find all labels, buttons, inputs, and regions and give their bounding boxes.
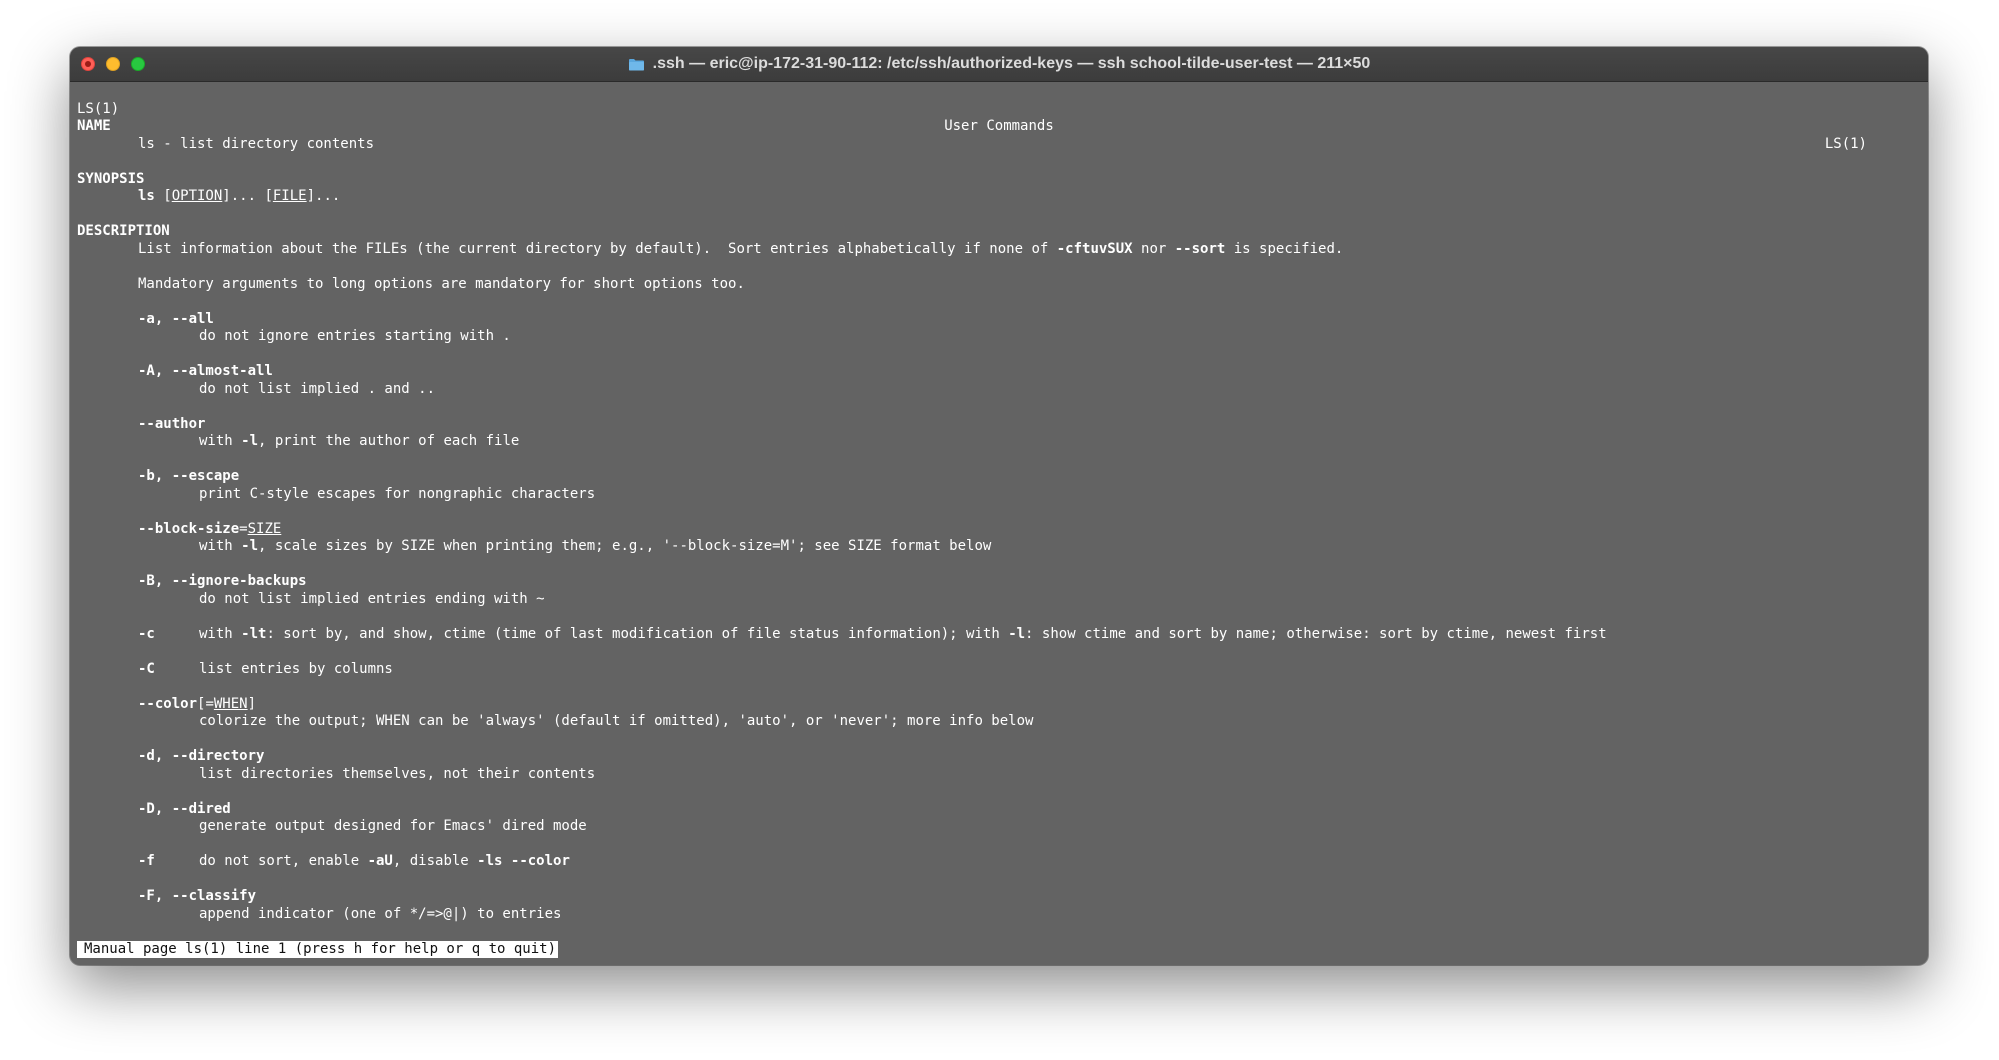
option-flag: -D, --dired [138, 800, 231, 817]
option-flag: -B, --ignore-backups [138, 573, 307, 589]
option-description: list directories themselves, not their c… [199, 765, 596, 782]
option-flag: -d, --directory [138, 748, 265, 764]
name-line: ls - list directory contents [138, 135, 375, 152]
section-heading-name: NAME [77, 118, 111, 134]
terminal-window: .ssh — eric@ip-172-31-90-112: /etc/ssh/a… [70, 47, 1928, 965]
option-flag: -a, --all [138, 310, 214, 327]
option-description: do not ignore entries starting with . [199, 328, 511, 344]
option-inline: -C list entries by columns [138, 660, 393, 677]
section-heading-synopsis: SYNOPSIS [77, 170, 145, 187]
option-description: do not list implied . and .. [199, 380, 436, 397]
option-description: append indicator (one of */=>@|) to entr… [199, 905, 562, 922]
option-description: generate output designed for Emacs' dire… [199, 818, 587, 834]
window-controls [81, 57, 145, 71]
option-description: with -l, scale sizes by SIZE when printi… [199, 538, 992, 554]
option-description: print C-style escapes for nongraphic cha… [199, 485, 596, 502]
close-button[interactable] [81, 57, 95, 71]
man-page-content[interactable]: LS(1) User Commands LS(1) NAME ls - list… [77, 81, 1921, 965]
man-header: LS(1) User Commands LS(1) [77, 83, 1921, 152]
description-line: List information about the FILEs (the cu… [138, 240, 1344, 257]
option-flag: --color[=WHEN] [138, 695, 257, 712]
option-description: do not list implied entries ending with … [199, 590, 545, 607]
zoom-button[interactable] [131, 57, 145, 71]
window-title: .ssh — eric@ip-172-31-90-112: /etc/ssh/a… [628, 55, 1371, 73]
pager-status-bar: Manual page ls(1) line 1 (press h for he… [77, 941, 559, 958]
option-flag: --block-size=SIZE [138, 520, 282, 537]
option-inline: -f do not sort, enable -aU, disable -ls -… [138, 853, 570, 869]
description-line: Mandatory arguments to long options are … [138, 275, 745, 292]
window-title-text: .ssh — eric@ip-172-31-90-112: /etc/ssh/a… [652, 55, 1371, 72]
option-flag: -F, --classify [138, 888, 257, 904]
folder-icon [628, 58, 645, 71]
section-heading-description: DESCRIPTION [77, 223, 170, 239]
option-inline: -c with -lt: sort by, and show, ctime (ti… [138, 625, 1607, 642]
synopsis-line: ls [OPTION]... [FILE]... [138, 188, 341, 204]
minimize-button[interactable] [106, 57, 120, 71]
title-bar[interactable]: .ssh — eric@ip-172-31-90-112: /etc/ssh/a… [70, 47, 1928, 82]
option-flag: --author [138, 415, 206, 432]
option-description: colorize the output; WHEN can be 'always… [199, 713, 1034, 729]
option-flag: -A, --almost-all [138, 363, 273, 379]
option-description: with -l, print the author of each file [199, 433, 520, 449]
option-flag: -b, --escape [138, 468, 240, 484]
